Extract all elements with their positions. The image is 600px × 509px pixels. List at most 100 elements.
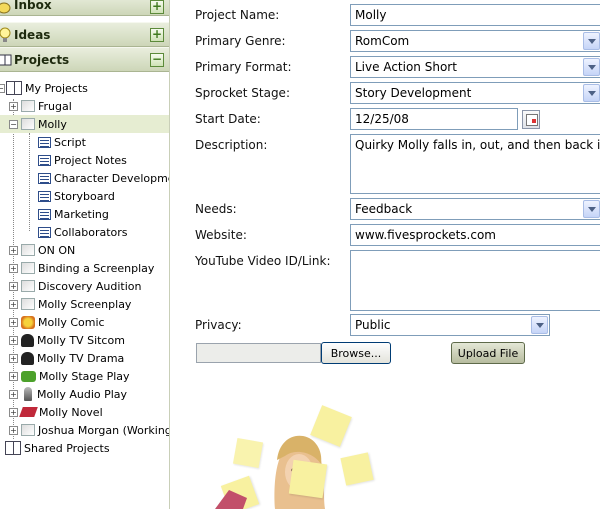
- expand-inbox-icon[interactable]: +: [150, 0, 164, 14]
- tree-subitem-script[interactable]: Script: [38, 133, 86, 151]
- tree-subitem-collaborators[interactable]: Collaborators: [38, 223, 128, 241]
- document-icon: [38, 190, 51, 202]
- upload-file-button[interactable]: Upload File: [451, 342, 525, 364]
- project-icon: [21, 298, 35, 310]
- sprocket-stage-value: Story Development: [355, 86, 472, 100]
- expand-icon[interactable]: +: [9, 371, 18, 381]
- project-icon: [21, 244, 35, 256]
- chevron-down-icon[interactable]: [531, 316, 548, 334]
- document-icon: [38, 226, 51, 238]
- tree-item-molly-stage-play[interactable]: + Molly Stage Play: [9, 367, 130, 385]
- expand-icon[interactable]: +: [9, 299, 18, 309]
- tree-subitem-marketing[interactable]: Marketing: [38, 205, 109, 223]
- tree-subitem-character-development[interactable]: Character Development: [38, 169, 169, 187]
- primary-genre-select[interactable]: RomCom: [350, 30, 600, 52]
- tree-item-joshua-morgan[interactable]: + Joshua Morgan (Working Ti: [9, 421, 169, 439]
- tree-root-shared-projects[interactable]: Shared Projects: [0, 439, 110, 457]
- file-path-input[interactable]: [196, 343, 321, 363]
- tree-subitem-storyboard[interactable]: Storyboard: [38, 187, 115, 205]
- privacy-select[interactable]: Public: [350, 314, 550, 336]
- tree-item-molly-tv-sitcom[interactable]: + Molly TV Sitcom: [9, 331, 125, 349]
- primary-format-select[interactable]: Live Action Short: [350, 56, 600, 78]
- sidebar-section-label: Inbox: [14, 0, 52, 12]
- description-textarea[interactable]: Quirky Molly falls in, out, and then bac…: [350, 134, 600, 194]
- start-date-label: Start Date:: [195, 112, 261, 126]
- browse-button[interactable]: Browse...: [321, 342, 391, 364]
- primary-format-value: Live Action Short: [355, 60, 457, 74]
- tree-item-molly-novel[interactable]: + Molly Novel: [9, 403, 103, 421]
- book-icon: [19, 407, 38, 417]
- project-name-label: Project Name:: [195, 8, 280, 22]
- expand-icon[interactable]: +: [9, 245, 18, 255]
- project-icon: [21, 100, 35, 112]
- expand-icon[interactable]: +: [9, 425, 18, 435]
- sidebar-section-inbox[interactable]: Inbox +: [0, 0, 169, 16]
- book-icon: [5, 441, 21, 455]
- expand-icon[interactable]: +: [9, 263, 18, 273]
- tree-item-molly[interactable]: − Molly: [0, 115, 169, 133]
- calendar-icon[interactable]: [522, 110, 540, 129]
- collapse-icon[interactable]: −: [9, 119, 18, 129]
- expand-icon[interactable]: +: [9, 281, 18, 291]
- tree-item-molly-comic[interactable]: + Molly Comic: [9, 313, 105, 331]
- sprocket-stage-select[interactable]: Story Development: [350, 82, 600, 104]
- description-label: Description:: [195, 138, 268, 152]
- needs-select[interactable]: Feedback: [350, 198, 600, 220]
- expand-icon[interactable]: +: [9, 101, 18, 111]
- tree-item-molly-tv-drama[interactable]: + Molly TV Drama: [9, 349, 124, 367]
- document-icon: [38, 154, 51, 166]
- sidebar-section-ideas[interactable]: Ideas +: [0, 22, 169, 47]
- chevron-down-icon[interactable]: [583, 32, 600, 50]
- expand-icon[interactable]: +: [9, 353, 18, 363]
- needs-value: Feedback: [355, 202, 413, 216]
- sidebar-section-label: Projects: [14, 52, 70, 67]
- tree-item-frugal[interactable]: + Frugal: [9, 97, 72, 115]
- privacy-value: Public: [355, 318, 391, 332]
- sidebar-section-label: Ideas: [14, 27, 51, 42]
- comic-icon: [21, 315, 35, 329]
- document-icon: [38, 136, 51, 148]
- start-date-input[interactable]: 12/25/08: [350, 108, 518, 130]
- expand-ideas-icon[interactable]: +: [150, 28, 164, 42]
- tree-item-on-on[interactable]: + ON ON: [9, 241, 75, 259]
- chevron-down-icon[interactable]: [583, 200, 600, 218]
- lightbulb-icon: [0, 27, 12, 43]
- tree-item-molly-screenplay[interactable]: + Molly Screenplay: [9, 295, 131, 313]
- privacy-label: Privacy:: [195, 318, 242, 332]
- tree-root-my-projects[interactable]: − My Projects: [0, 79, 88, 97]
- tree-item-discovery-audition[interactable]: + Discovery Audition: [9, 277, 141, 295]
- document-icon: [38, 208, 51, 220]
- expand-icon[interactable]: +: [9, 389, 18, 399]
- needs-label: Needs:: [195, 202, 237, 216]
- expand-icon[interactable]: +: [9, 317, 18, 327]
- collapse-icon[interactable]: −: [0, 83, 5, 93]
- microphone-icon: [24, 387, 32, 401]
- tree-subitem-project-notes[interactable]: Project Notes: [38, 151, 127, 169]
- expand-icon[interactable]: +: [9, 335, 18, 345]
- drama-icon: [21, 351, 34, 365]
- stage-play-icon: [21, 370, 36, 382]
- website-input[interactable]: www.fivesprockets.com: [350, 224, 600, 246]
- document-icon: [38, 172, 51, 184]
- sprocket-stage-label: Sprocket Stage:: [195, 86, 290, 100]
- sticky-notes-photo: [195, 400, 395, 509]
- primary-genre-value: RomCom: [355, 34, 410, 48]
- book-icon: [6, 81, 22, 95]
- primary-genre-label: Primary Genre:: [195, 34, 286, 48]
- chevron-down-icon[interactable]: [583, 58, 600, 76]
- project-icon: [21, 424, 35, 436]
- project-name-input[interactable]: Molly: [350, 4, 600, 26]
- tree-item-molly-audio-play[interactable]: + Molly Audio Play: [9, 385, 127, 403]
- sidebar-section-projects[interactable]: Projects −: [0, 47, 169, 72]
- youtube-textarea[interactable]: [350, 250, 600, 311]
- projects-book-icon: [0, 52, 12, 68]
- youtube-label: YouTube Video ID/Link:: [195, 254, 331, 268]
- tree-item-binding-a-screenplay[interactable]: + Binding a Screenplay: [9, 259, 154, 277]
- collapse-projects-icon[interactable]: −: [150, 53, 164, 67]
- chevron-down-icon[interactable]: [583, 84, 600, 102]
- project-icon: [21, 280, 35, 292]
- expand-icon[interactable]: +: [9, 407, 18, 417]
- primary-format-label: Primary Format:: [195, 60, 292, 74]
- website-label: Website:: [195, 228, 247, 242]
- project-icon: [21, 118, 35, 130]
